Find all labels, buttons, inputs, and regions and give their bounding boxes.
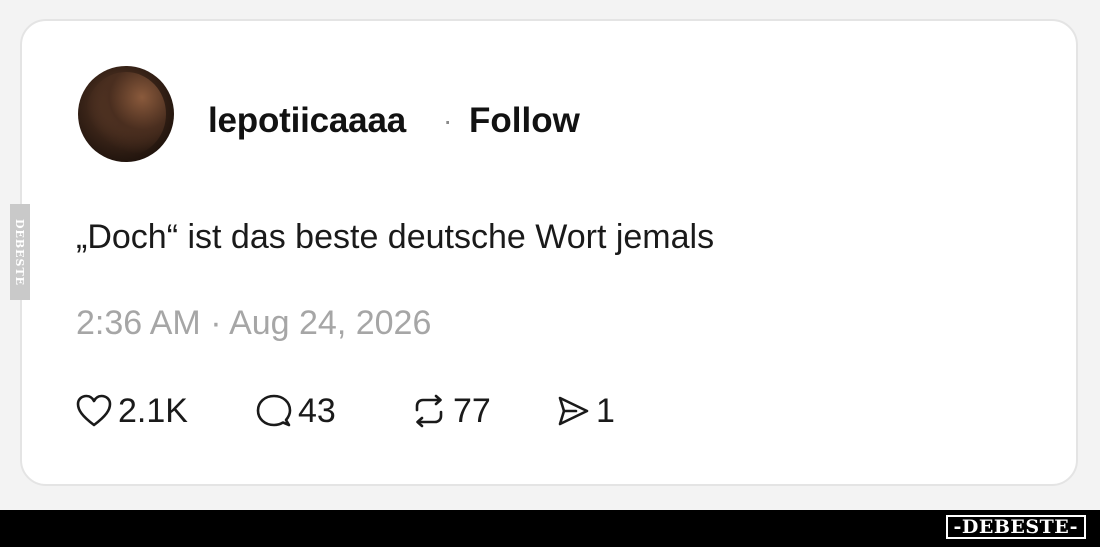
- reply-button[interactable]: 43: [256, 391, 336, 431]
- repost-button[interactable]: 77: [411, 391, 491, 431]
- separator-dot: ·: [443, 105, 453, 136]
- post-timestamp: 2:36 AM · Aug 24, 2026: [76, 304, 432, 342]
- avatar[interactable]: [78, 66, 174, 162]
- like-count: 2.1K: [118, 392, 188, 430]
- reply-count: 43: [298, 392, 336, 430]
- post-text: „Doch“ ist das beste deutsche Wort jemal…: [76, 218, 715, 256]
- bottom-bar: -DEBESTE-: [0, 510, 1100, 547]
- repost-count: 77: [453, 392, 491, 430]
- share-count: 1: [596, 392, 615, 430]
- comment-icon: [256, 394, 292, 427]
- send-icon: [558, 396, 589, 426]
- share-button[interactable]: 1: [556, 391, 615, 431]
- username[interactable]: lepotiicaaaa: [208, 101, 406, 141]
- brand-logo: -DEBESTE-: [945, 515, 1086, 539]
- follow-button[interactable]: Follow: [469, 101, 580, 141]
- side-watermark-text: DEBESTE: [13, 218, 27, 286]
- side-watermark: DEBESTE: [10, 204, 30, 300]
- page-background: lepotiicaaaa · Follow „Doch“ ist das bes…: [0, 0, 1100, 510]
- like-button[interactable]: 2.1K: [76, 391, 188, 431]
- repost-icon: [415, 394, 443, 428]
- post-card: lepotiicaaaa · Follow „Doch“ ist das bes…: [20, 19, 1078, 486]
- heart-icon: [76, 394, 112, 427]
